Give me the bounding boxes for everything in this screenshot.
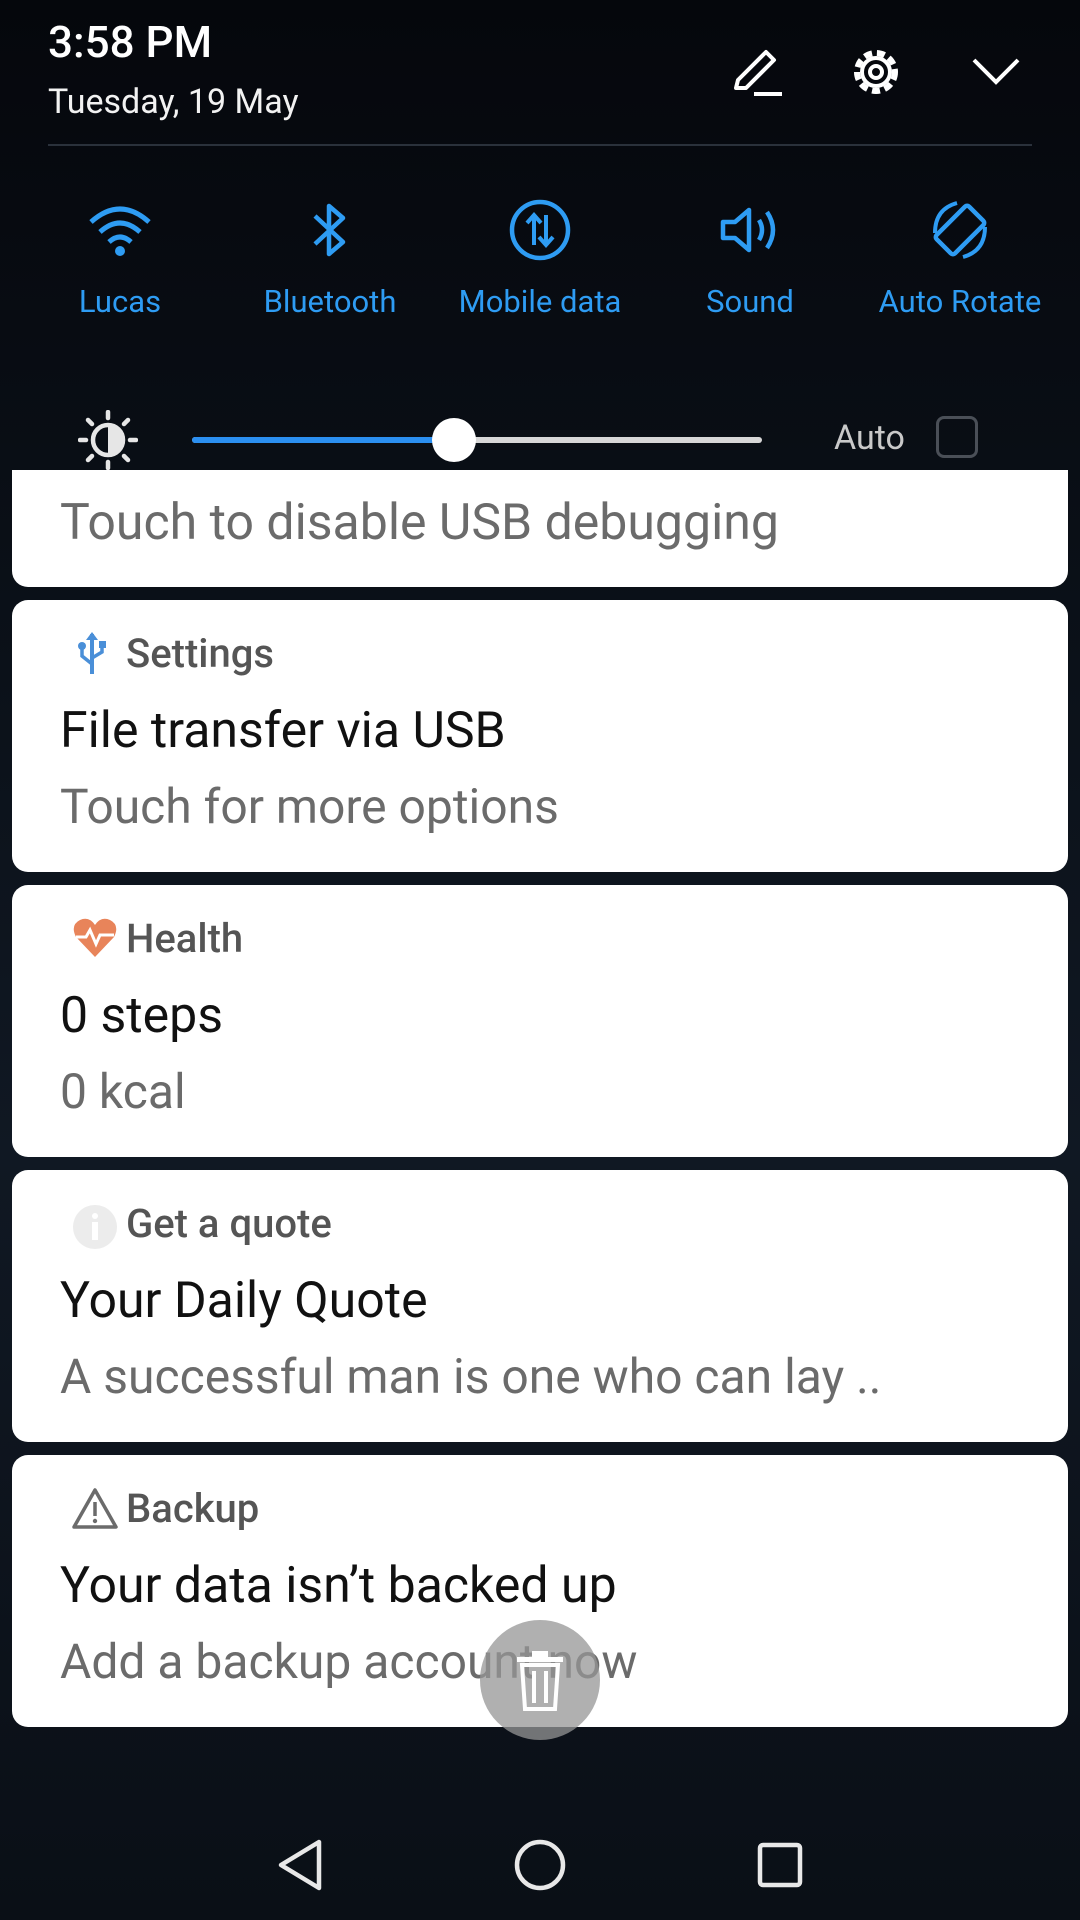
date-label: Tuesday, 19 May [48, 82, 299, 122]
clear-all-button[interactable] [480, 1620, 600, 1740]
notification-app-name: Get a quote [126, 1200, 332, 1247]
bluetooth-icon [295, 195, 365, 265]
toggle-label: Mobile data [458, 283, 622, 320]
notification-body: 0 kcal [60, 1063, 186, 1120]
back-icon[interactable] [265, 1830, 335, 1900]
recents-icon[interactable] [745, 1830, 815, 1900]
brightness-slider-thumb[interactable] [432, 418, 477, 462]
notification-body: Touch to disable USB debugging [60, 494, 779, 552]
notification-title: File transfer via USB [60, 702, 506, 760]
notification-app-name: Backup [126, 1485, 260, 1532]
trash-icon [517, 1651, 563, 1711]
notification-body: A successful man is one who can lay .. [60, 1348, 882, 1405]
notification-app-name: Health [126, 915, 244, 962]
toggle-label: Bluetooth [263, 283, 397, 320]
notification-app-name: Settings [126, 630, 275, 677]
toggle-bluetooth[interactable]: Bluetooth [230, 195, 430, 320]
notification-body: Touch for more options [60, 778, 559, 835]
auto-brightness-checkbox[interactable] [936, 416, 978, 458]
clock-time: 3:58 PM [48, 16, 213, 68]
notification-title: Your Daily Quote [60, 1272, 428, 1330]
toggle-wifi[interactable]: Lucas [20, 195, 220, 320]
auto-rotate-icon [925, 195, 995, 265]
brightness-slider[interactable] [192, 418, 762, 462]
notification-usb-debugging[interactable]: Touch to disable USB debugging [12, 470, 1068, 587]
brightness-icon [77, 409, 139, 471]
notification-title: 0 steps [60, 987, 224, 1045]
notification-daily-quote[interactable]: Get a quote Your Daily Quote A successfu… [12, 1170, 1068, 1442]
navigation-bar [0, 1800, 1080, 1920]
settings-gear-icon[interactable] [844, 40, 908, 104]
brightness-row: Auto [0, 400, 1080, 480]
notification-health[interactable]: Health 0 steps 0 kcal [12, 885, 1068, 1157]
notification-title: Your data isn’t backed up [60, 1557, 617, 1615]
collapse-chevron-icon[interactable] [964, 40, 1028, 104]
toggle-label: Lucas [78, 283, 162, 320]
wifi-icon [85, 195, 155, 265]
toggle-mobile-data[interactable]: Mobile data [440, 195, 640, 320]
auto-brightness-label: Auto [834, 418, 905, 458]
home-icon[interactable] [505, 1830, 575, 1900]
header-divider [48, 144, 1032, 146]
usb-icon [72, 630, 112, 674]
info-icon [72, 1204, 117, 1249]
edit-icon[interactable] [724, 40, 788, 104]
quick-settings-toggles: Lucas Bluetooth Mobile data Sound Auto R… [0, 195, 1080, 345]
notification-usb-file-transfer[interactable]: Settings File transfer via USB Touch for… [12, 600, 1068, 872]
toggle-auto-rotate[interactable]: Auto Rotate [860, 195, 1060, 320]
brightness-slider-fill [192, 437, 455, 443]
sound-icon [715, 195, 785, 265]
toggle-label: Sound [706, 283, 794, 320]
toggle-label: Auto Rotate [878, 283, 1042, 320]
heart-rate-icon [72, 917, 117, 957]
mobile-data-icon [505, 195, 575, 265]
warning-icon [72, 1487, 118, 1529]
toggle-sound[interactable]: Sound [650, 195, 850, 320]
notification-header: 3:58 PM Tuesday, 19 May [0, 0, 1080, 145]
